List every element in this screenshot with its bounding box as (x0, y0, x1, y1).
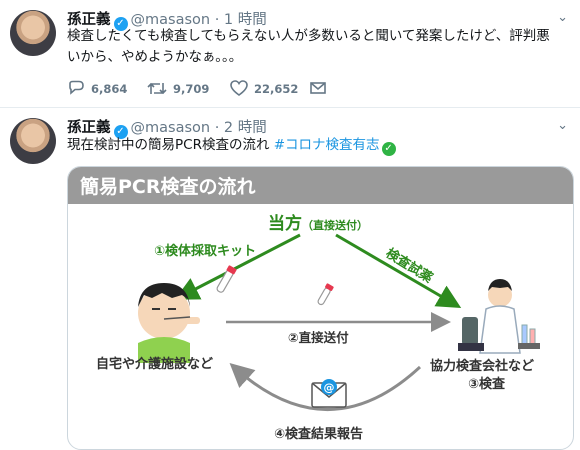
reply-icon (69, 80, 84, 95)
chevron-down-icon[interactable]: ⌄ (557, 10, 568, 25)
reply-button[interactable]: 6,864 (67, 80, 127, 97)
report-label: ④検査結果報告 (274, 427, 364, 442)
envelope-icon (310, 82, 326, 94)
like-button[interactable]: 22,652 (230, 80, 298, 97)
test-tube-icon (317, 283, 334, 306)
tweet-text: 現在検討中の簡易PCR検査の流れ #コロナ検査有志 ✓ (67, 135, 567, 156)
tweet-header: 孫正義 ✓ @masason · 1 時間 (67, 12, 267, 31)
home-label: 自宅や介護施設など (96, 357, 214, 372)
heart-icon (230, 80, 248, 96)
timestamp[interactable]: 2 時間 (224, 120, 267, 136)
avatar[interactable] (10, 10, 56, 56)
hashtag-link[interactable]: #コロナ検査有志 (274, 137, 380, 153)
chevron-down-icon[interactable]: ⌄ (557, 118, 568, 133)
message-button[interactable] (310, 80, 332, 95)
tweet-header: 孫正義 ✓ @masason · 2 時間 (67, 120, 267, 139)
retweet-button[interactable]: 9,709 (147, 80, 209, 97)
tweet-text: 検査したくても検査してもらえない人が多数いると聞いて発案したけど、評判悪 いから… (67, 28, 550, 65)
avatar[interactable] (10, 118, 56, 164)
reply-count: 6,864 (91, 82, 128, 96)
divider (0, 107, 580, 108)
display-name[interactable]: 孫正義 (67, 120, 111, 136)
lab-scientist-icon (458, 279, 540, 354)
svg-text:@: @ (324, 381, 335, 394)
lab-label: 協力検査会社など (430, 359, 535, 374)
check-mark-icon: ✓ (381, 142, 396, 156)
like-count: 22,652 (254, 82, 299, 96)
test-tube-icon (216, 265, 237, 293)
source-label: 当方（直接送付） (268, 214, 368, 234)
test-step-label: ③検査 (468, 377, 506, 392)
kit-label: ①検体採取キット (154, 244, 257, 259)
person-swab-icon (138, 283, 200, 363)
handle[interactable]: @masason (131, 120, 211, 136)
email-icon: @ (311, 379, 347, 408)
tweet-image[interactable]: 簡易PCR検査の流れ @ 当方（直接送付） ①検体採取キット 検査試薬 ②直接送… (67, 166, 574, 450)
retweet-icon (147, 82, 167, 95)
retweet-count: 9,709 (173, 82, 210, 96)
direct-send-label: ②直接送付 (288, 330, 349, 345)
